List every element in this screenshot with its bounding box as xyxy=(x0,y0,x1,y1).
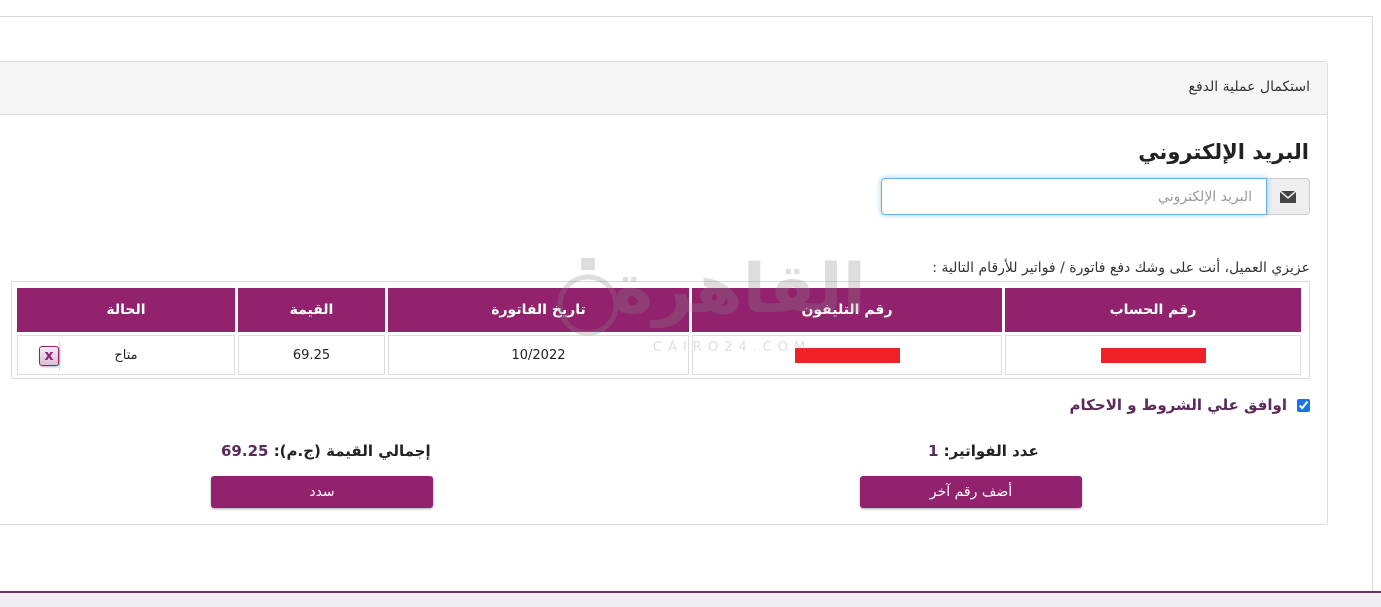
redacted-phone xyxy=(794,347,900,363)
total-amount-value: 69.25 xyxy=(221,442,269,460)
terms-row: اوافق علي الشروط و الاحكام xyxy=(1070,396,1310,414)
add-number-button[interactable]: أضف رقم آخر xyxy=(860,476,1082,508)
col-account: رقم الحساب xyxy=(1005,288,1301,332)
date-cell: 10/2022 xyxy=(388,335,689,375)
pay-button[interactable]: سدد xyxy=(211,476,433,508)
col-status: الحالة xyxy=(17,288,235,332)
email-addon xyxy=(1266,178,1310,215)
col-phone: رقم التليفون xyxy=(692,288,1002,332)
phone-cell xyxy=(692,335,1002,375)
terms-label[interactable]: اوافق علي الشروط و الاحكام xyxy=(1070,396,1287,414)
status-text: متاح xyxy=(114,347,138,363)
status-cell: متاح x xyxy=(17,335,235,375)
total-amount-label: إجمالي القيمة (ج.م): xyxy=(273,442,431,460)
invoice-count: عدد الفواتير: 1 xyxy=(928,442,1039,460)
account-cell xyxy=(1005,335,1301,375)
invoice-count-label: عدد الفواتير: xyxy=(943,442,1039,460)
notice-text: عزيزي العميل، أنت على وشك دفع فاتورة / ف… xyxy=(932,260,1310,276)
payment-panel: استكمال عملية الدفع البريد الإلكتروني عز… xyxy=(0,61,1328,525)
panel-title: استكمال عملية الدفع xyxy=(1188,79,1310,95)
email-heading: البريد الإلكتروني xyxy=(1138,140,1309,164)
remove-row-button[interactable]: x xyxy=(22,341,60,371)
total-amount: إجمالي القيمة (ج.م): 69.25 xyxy=(221,442,431,460)
invoice-count-value: 1 xyxy=(928,442,939,460)
close-icon: x xyxy=(39,346,59,366)
col-date: تاريخ الفاتورة xyxy=(388,288,689,332)
terms-checkbox[interactable] xyxy=(1297,398,1310,412)
invoices-table: رقم الحساب رقم التليفون تاريخ الفاتورة ا… xyxy=(14,285,1304,378)
invoices-table-wrap: رقم الحساب رقم التليفون تاريخ الفاتورة ا… xyxy=(11,281,1310,379)
redacted-account xyxy=(1100,347,1206,363)
table-header-row: رقم الحساب رقم التليفون تاريخ الفاتورة ا… xyxy=(17,288,1301,332)
envelope-icon xyxy=(1279,190,1296,203)
table-row: 10/2022 69.25 متاح x xyxy=(17,335,1301,375)
amount-cell: 69.25 xyxy=(238,335,385,375)
email-input[interactable] xyxy=(881,178,1267,215)
bottom-bar xyxy=(0,591,1381,607)
col-amount: القيمة xyxy=(238,288,385,332)
panel-header: استكمال عملية الدفع xyxy=(0,62,1327,115)
